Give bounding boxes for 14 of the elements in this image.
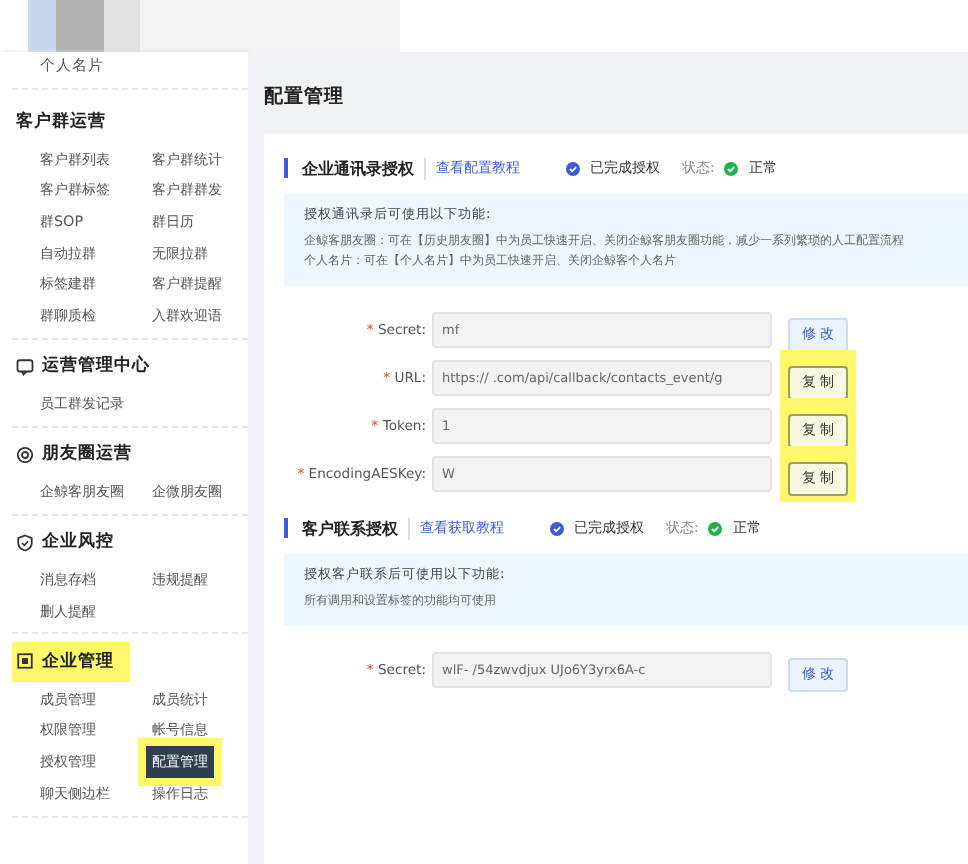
section-heading[interactable]: 企业风控 xyxy=(12,522,130,563)
check-circle-icon xyxy=(724,161,739,175)
check-badge-icon xyxy=(566,161,580,175)
shield-icon xyxy=(16,533,34,552)
building-icon xyxy=(16,652,34,671)
section-heading[interactable]: 客户群运营 xyxy=(12,102,122,142)
aperture-icon xyxy=(16,445,34,464)
page-title: 配置管理 xyxy=(264,84,346,112)
check-badge-icon xyxy=(550,521,564,535)
check-circle-icon xyxy=(708,521,723,535)
section-heading[interactable]: 运营管理中心 xyxy=(12,346,166,387)
section-heading[interactable]: 企业管理 xyxy=(12,641,130,682)
chat-icon xyxy=(16,357,34,376)
section-heading[interactable]: 朋友圈运营 xyxy=(12,434,148,475)
